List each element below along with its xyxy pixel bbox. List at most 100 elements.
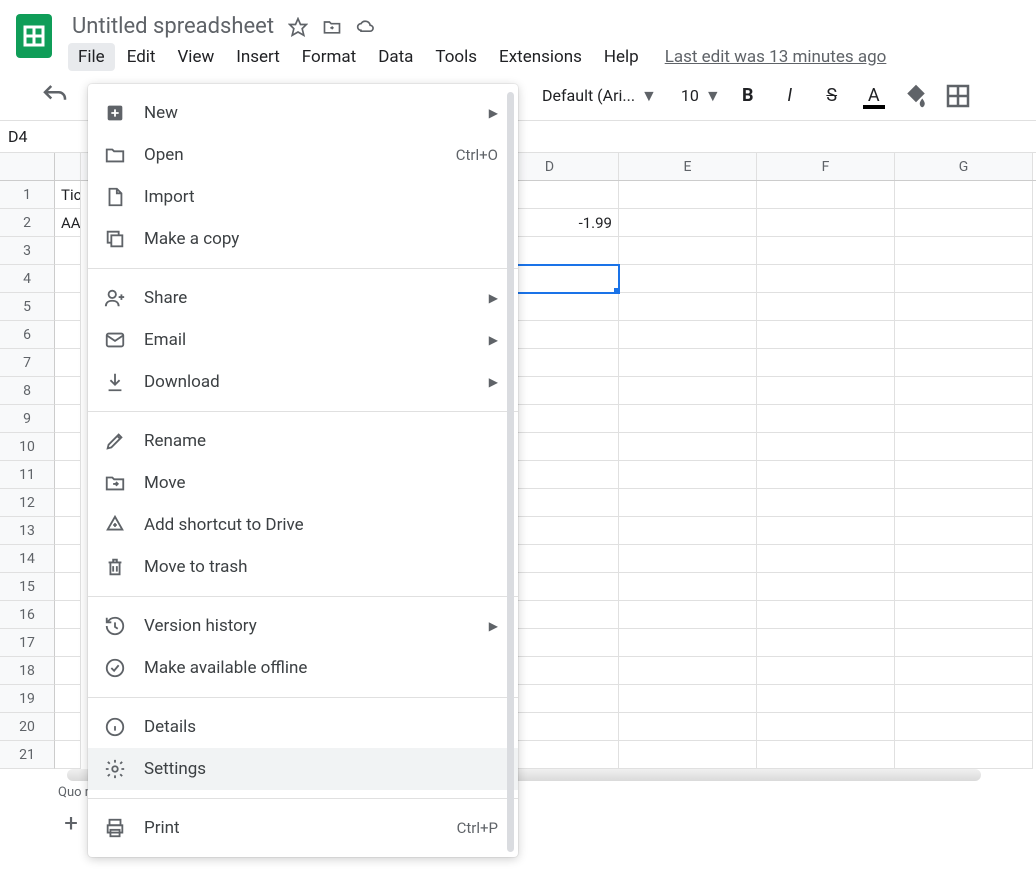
cell[interactable] xyxy=(895,741,1033,769)
selection-handle[interactable] xyxy=(614,288,619,293)
cell[interactable] xyxy=(55,601,81,629)
cell[interactable] xyxy=(619,573,757,601)
row-header[interactable]: 6 xyxy=(0,321,55,349)
cell[interactable] xyxy=(757,209,895,237)
cell[interactable] xyxy=(619,265,757,293)
borders-button[interactable] xyxy=(943,81,973,111)
cell[interactable] xyxy=(55,685,81,713)
cell[interactable] xyxy=(757,433,895,461)
cell[interactable] xyxy=(757,741,895,769)
menu-item-new[interactable]: New▶ xyxy=(88,92,518,134)
cell[interactable] xyxy=(757,377,895,405)
row-header[interactable]: 1 xyxy=(0,181,55,209)
col-header-F[interactable]: F xyxy=(757,153,895,180)
cell[interactable] xyxy=(619,377,757,405)
menu-item-make-a-copy[interactable]: Make a copy xyxy=(88,218,518,260)
cell[interactable] xyxy=(757,293,895,321)
strikethrough-button[interactable]: S xyxy=(817,81,847,111)
col-header-G[interactable]: G xyxy=(895,153,1033,180)
cell[interactable] xyxy=(55,461,81,489)
cell[interactable] xyxy=(895,713,1033,741)
cell[interactable] xyxy=(895,601,1033,629)
cell[interactable] xyxy=(619,433,757,461)
cell[interactable] xyxy=(757,517,895,545)
row-header[interactable]: 20 xyxy=(0,713,55,741)
cell[interactable] xyxy=(895,321,1033,349)
cell[interactable] xyxy=(55,657,81,685)
menu-item-rename[interactable]: Rename xyxy=(88,420,518,462)
menu-item-move[interactable]: Move xyxy=(88,462,518,504)
cloud-icon[interactable] xyxy=(356,17,376,37)
font-size-select[interactable]: 10 ▼ xyxy=(681,86,721,106)
select-all-corner[interactable] xyxy=(0,153,55,180)
row-header[interactable]: 14 xyxy=(0,545,55,573)
add-sheet-button[interactable]: + xyxy=(58,810,84,836)
menu-item-details[interactable]: Details xyxy=(88,706,518,748)
cell[interactable] xyxy=(757,237,895,265)
cell[interactable] xyxy=(619,517,757,545)
row-header[interactable]: 9 xyxy=(0,405,55,433)
cell[interactable] xyxy=(55,433,81,461)
cell[interactable] xyxy=(55,573,81,601)
menu-format[interactable]: Format xyxy=(292,43,366,71)
cell[interactable] xyxy=(55,237,81,265)
menu-item-print[interactable]: PrintCtrl+P xyxy=(88,807,518,849)
cell[interactable] xyxy=(55,349,81,377)
last-edit-link[interactable]: Last edit was 13 minutes ago xyxy=(665,47,887,67)
cell[interactable] xyxy=(895,489,1033,517)
row-header[interactable]: 4 xyxy=(0,265,55,293)
cell[interactable] xyxy=(619,601,757,629)
text-color-button[interactable]: A xyxy=(859,81,889,111)
cell[interactable] xyxy=(55,713,81,741)
col-header-E[interactable]: E xyxy=(619,153,757,180)
cell[interactable] xyxy=(757,321,895,349)
menu-item-import[interactable]: Import xyxy=(88,176,518,218)
menu-item-share[interactable]: Share▶ xyxy=(88,277,518,319)
menu-extensions[interactable]: Extensions xyxy=(489,43,592,71)
cell[interactable] xyxy=(895,181,1033,209)
cell[interactable] xyxy=(895,209,1033,237)
menu-insert[interactable]: Insert xyxy=(226,43,290,71)
cell[interactable] xyxy=(619,489,757,517)
cell[interactable] xyxy=(895,377,1033,405)
cell[interactable] xyxy=(757,405,895,433)
row-header[interactable]: 21 xyxy=(0,741,55,769)
cell[interactable] xyxy=(619,629,757,657)
cell[interactable] xyxy=(55,321,81,349)
row-header[interactable]: 18 xyxy=(0,657,55,685)
move-folder-icon[interactable] xyxy=(322,17,342,37)
star-icon[interactable] xyxy=(288,17,308,37)
row-header[interactable]: 10 xyxy=(0,433,55,461)
cell[interactable] xyxy=(757,489,895,517)
cell[interactable] xyxy=(619,321,757,349)
row-header[interactable]: 8 xyxy=(0,377,55,405)
row-header[interactable]: 16 xyxy=(0,601,55,629)
cell[interactable] xyxy=(55,405,81,433)
cell[interactable] xyxy=(895,629,1033,657)
row-header[interactable]: 7 xyxy=(0,349,55,377)
row-header[interactable]: 15 xyxy=(0,573,55,601)
cell[interactable] xyxy=(895,573,1033,601)
cell[interactable] xyxy=(619,181,757,209)
row-header[interactable]: 3 xyxy=(0,237,55,265)
cell[interactable] xyxy=(55,265,81,293)
cell[interactable] xyxy=(757,349,895,377)
cell[interactable] xyxy=(619,349,757,377)
cell[interactable] xyxy=(55,545,81,573)
cell[interactable] xyxy=(619,293,757,321)
menu-help[interactable]: Help xyxy=(594,43,649,71)
row-header[interactable]: 2 xyxy=(0,209,55,237)
row-header[interactable]: 13 xyxy=(0,517,55,545)
cell[interactable] xyxy=(55,489,81,517)
row-header[interactable]: 12 xyxy=(0,489,55,517)
cell[interactable] xyxy=(895,545,1033,573)
menu-item-make-available-offline[interactable]: Make available offline xyxy=(88,647,518,689)
cell[interactable] xyxy=(895,433,1033,461)
menu-item-add-shortcut-to-drive[interactable]: Add shortcut to Drive xyxy=(88,504,518,546)
cell[interactable] xyxy=(55,377,81,405)
name-box[interactable]: D4 xyxy=(0,123,60,150)
cell[interactable] xyxy=(895,293,1033,321)
cell[interactable] xyxy=(757,573,895,601)
menu-file[interactable]: File xyxy=(68,43,115,71)
cell[interactable] xyxy=(619,209,757,237)
